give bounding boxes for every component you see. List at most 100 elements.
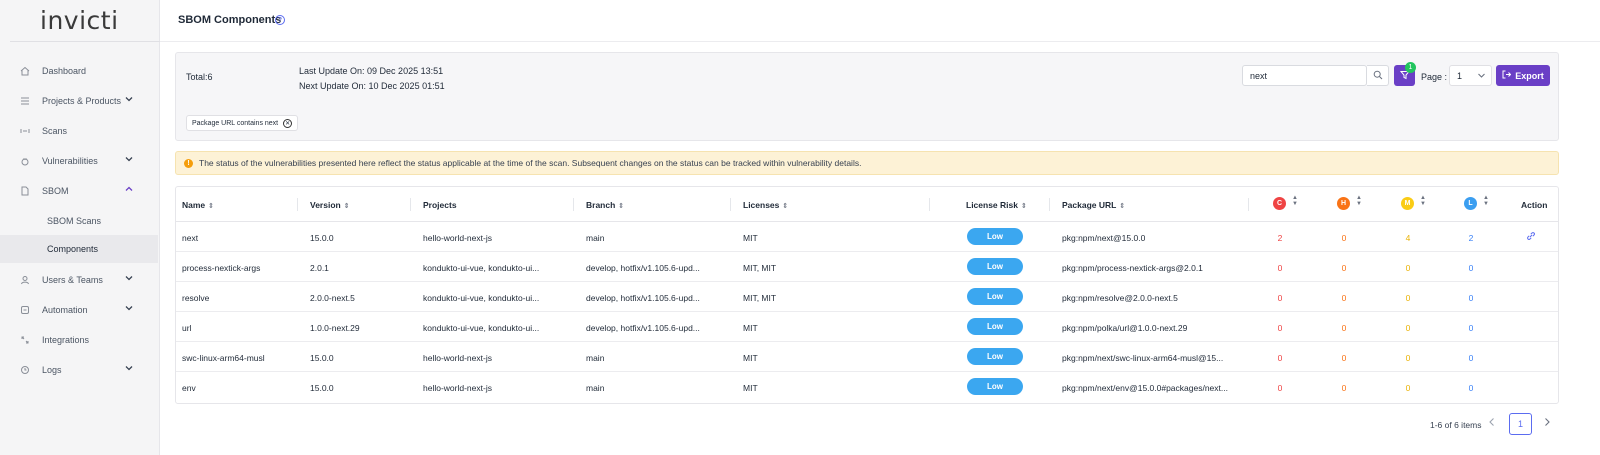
summary-panel: Total:6 Last Update On: 09 Dec 2025 13:5… xyxy=(175,52,1559,141)
cell-package-url: pkg:npm/next@15.0.0 xyxy=(1062,233,1146,243)
chevron-down-icon[interactable] xyxy=(125,364,133,374)
column-header-projects: Projects xyxy=(423,200,457,210)
column-header-action: Action xyxy=(1521,200,1548,210)
chevron-down-icon[interactable] xyxy=(125,274,133,284)
cell-projects: hello-world-next-js xyxy=(423,233,492,243)
next-update-text: Next Update On: 10 Dec 2025 01:51 xyxy=(299,81,445,91)
sort-icon[interactable]: ▲ ▼ xyxy=(1483,195,1489,207)
license-risk-badge: Low xyxy=(967,348,1023,365)
sidebar-subitem-sbom-scans[interactable]: SBOM Scans xyxy=(0,207,158,235)
pagination-summary: 1-6 of 6 items xyxy=(1430,420,1482,430)
cell-low: 0 xyxy=(1468,353,1474,363)
sort-icon[interactable]: ▲ ▼ xyxy=(1292,195,1298,207)
chevron-right-icon[interactable] xyxy=(1542,417,1552,429)
cell-critical: 0 xyxy=(1277,353,1283,363)
app-logo[interactable]: invicti xyxy=(40,6,119,35)
sidebar-item-label: Vulnerabilities xyxy=(42,156,98,166)
sidebar-item-automation[interactable]: Automation xyxy=(0,295,158,325)
search-input[interactable]: next xyxy=(1242,65,1367,86)
column-header-version[interactable]: Version ⇕ xyxy=(310,200,350,210)
close-icon[interactable]: ✕ xyxy=(283,118,293,128)
page-title: SBOM Components xyxy=(178,14,282,26)
chevron-left-icon[interactable] xyxy=(1487,417,1497,429)
license-risk-badge: Low xyxy=(967,378,1023,395)
cell-package-url: pkg:npm/next/env@15.0.0#packages/next... xyxy=(1062,383,1228,393)
cell-medium: 0 xyxy=(1405,293,1411,303)
chevron-down-icon[interactable] xyxy=(125,304,133,314)
search-icon xyxy=(1373,70,1383,82)
cell-version: 15.0.0 xyxy=(310,233,334,243)
scan-icon xyxy=(20,126,30,136)
license-risk-badge: Low xyxy=(967,258,1023,275)
cell-licenses: MIT, MIT xyxy=(743,293,777,303)
cell-medium: 0 xyxy=(1405,383,1411,393)
cell-licenses: MIT xyxy=(743,323,758,333)
sidebar-item-label: Logs xyxy=(42,365,62,375)
chevron-up-icon[interactable] xyxy=(125,185,133,195)
cell-version: 15.0.0 xyxy=(310,353,334,363)
table-row[interactable]: process-nextick-args 2.0.1 kondukto-ui-v… xyxy=(176,252,1558,282)
sort-icon[interactable]: ▲ ▼ xyxy=(1356,195,1362,207)
link-icon[interactable] xyxy=(1526,231,1536,243)
low-severity-icon[interactable]: L xyxy=(1464,197,1477,210)
search-button[interactable] xyxy=(1367,65,1389,86)
sidebar-item-dashboard[interactable]: Dashboard xyxy=(0,56,158,86)
table-row[interactable]: url 1.0.0-next.29 kondukto-ui-vue, kondu… xyxy=(176,312,1558,342)
table-row[interactable]: env 15.0.0 hello-world-next-js main MIT … xyxy=(176,372,1558,402)
export-label: Export xyxy=(1515,70,1544,81)
chevron-down-icon[interactable] xyxy=(125,95,133,105)
sort-icon: ⇕ xyxy=(1020,203,1027,210)
page-button-current[interactable]: 1 xyxy=(1509,413,1532,435)
export-icon xyxy=(1502,70,1512,81)
sidebar-item-users-teams[interactable]: Users & Teams xyxy=(0,265,158,295)
column-header-branch[interactable]: Branch ⇕ xyxy=(586,200,624,210)
sort-icon: ⇕ xyxy=(782,203,789,210)
page-select[interactable]: 1 xyxy=(1449,65,1492,86)
medium-severity-icon[interactable]: M xyxy=(1401,197,1414,210)
cell-version: 2.0.0-next.5 xyxy=(310,293,355,303)
critical-severity-icon[interactable]: C xyxy=(1273,197,1286,210)
sidebar-item-label: Scans xyxy=(42,126,68,136)
cell-projects: hello-world-next-js xyxy=(423,353,492,363)
sidebar-item-logs[interactable]: Logs xyxy=(0,355,158,385)
cell-licenses: MIT xyxy=(743,233,758,243)
sidebar-item-vulnerabilities[interactable]: Vulnerabilities xyxy=(0,146,158,176)
column-header-name[interactable]: Name ⇕ xyxy=(182,200,214,210)
info-alert: ! The status of the vulnerabilities pres… xyxy=(175,151,1559,175)
chevron-down-icon[interactable] xyxy=(125,155,133,165)
cell-version: 15.0.0 xyxy=(310,383,334,393)
sidebar-item-sbom[interactable]: SBOM xyxy=(0,176,158,206)
page-select-value: 1 xyxy=(1457,70,1463,81)
sidebar-item-label: Dashboard xyxy=(42,66,87,76)
list-icon xyxy=(20,96,30,106)
column-header-license-risk[interactable]: License Risk ⇕ xyxy=(966,200,1027,210)
table-row[interactable]: swc-linux-arm64-musl 15.0.0 hello-world-… xyxy=(176,342,1558,372)
cell-high: 0 xyxy=(1341,293,1347,303)
sidebar-item-integrations[interactable]: Integrations xyxy=(0,325,158,355)
cell-branch: main xyxy=(586,353,605,363)
cell-high: 0 xyxy=(1341,323,1347,333)
cell-high: 0 xyxy=(1341,383,1347,393)
cell-version: 1.0.0-next.29 xyxy=(310,323,360,333)
help-icon[interactable]: ? xyxy=(275,15,285,25)
cell-high: 0 xyxy=(1341,233,1347,243)
sort-icon[interactable]: ▲ ▼ xyxy=(1420,195,1426,207)
sidebar-item-scans[interactable]: Scans xyxy=(0,116,158,146)
automation-icon xyxy=(20,305,30,315)
sidebar-item-projects[interactable]: Projects & Products xyxy=(0,86,158,116)
table-row[interactable]: resolve 2.0.0-next.5 kondukto-ui-vue, ko… xyxy=(176,282,1558,312)
logs-icon xyxy=(20,365,30,375)
sidebar-item-label: Integrations xyxy=(42,335,90,345)
file-icon xyxy=(20,186,30,196)
filter-chip-label: Package URL contains next xyxy=(192,119,279,127)
bug-icon xyxy=(20,156,30,166)
table-row[interactable]: next 15.0.0 hello-world-next-js main MIT… xyxy=(176,222,1558,252)
export-button[interactable]: Export xyxy=(1496,65,1550,86)
cell-critical: 0 xyxy=(1277,323,1283,333)
cell-projects: kondukto-ui-vue, kondukto-ui... xyxy=(423,323,540,333)
sidebar-subitem-components[interactable]: Components xyxy=(0,235,158,263)
column-header-licenses[interactable]: Licenses ⇕ xyxy=(743,200,788,210)
high-severity-icon[interactable]: H xyxy=(1337,197,1350,210)
cell-licenses: MIT, MIT xyxy=(743,263,777,273)
column-header-package-url[interactable]: Package URL ⇕ xyxy=(1062,200,1125,210)
